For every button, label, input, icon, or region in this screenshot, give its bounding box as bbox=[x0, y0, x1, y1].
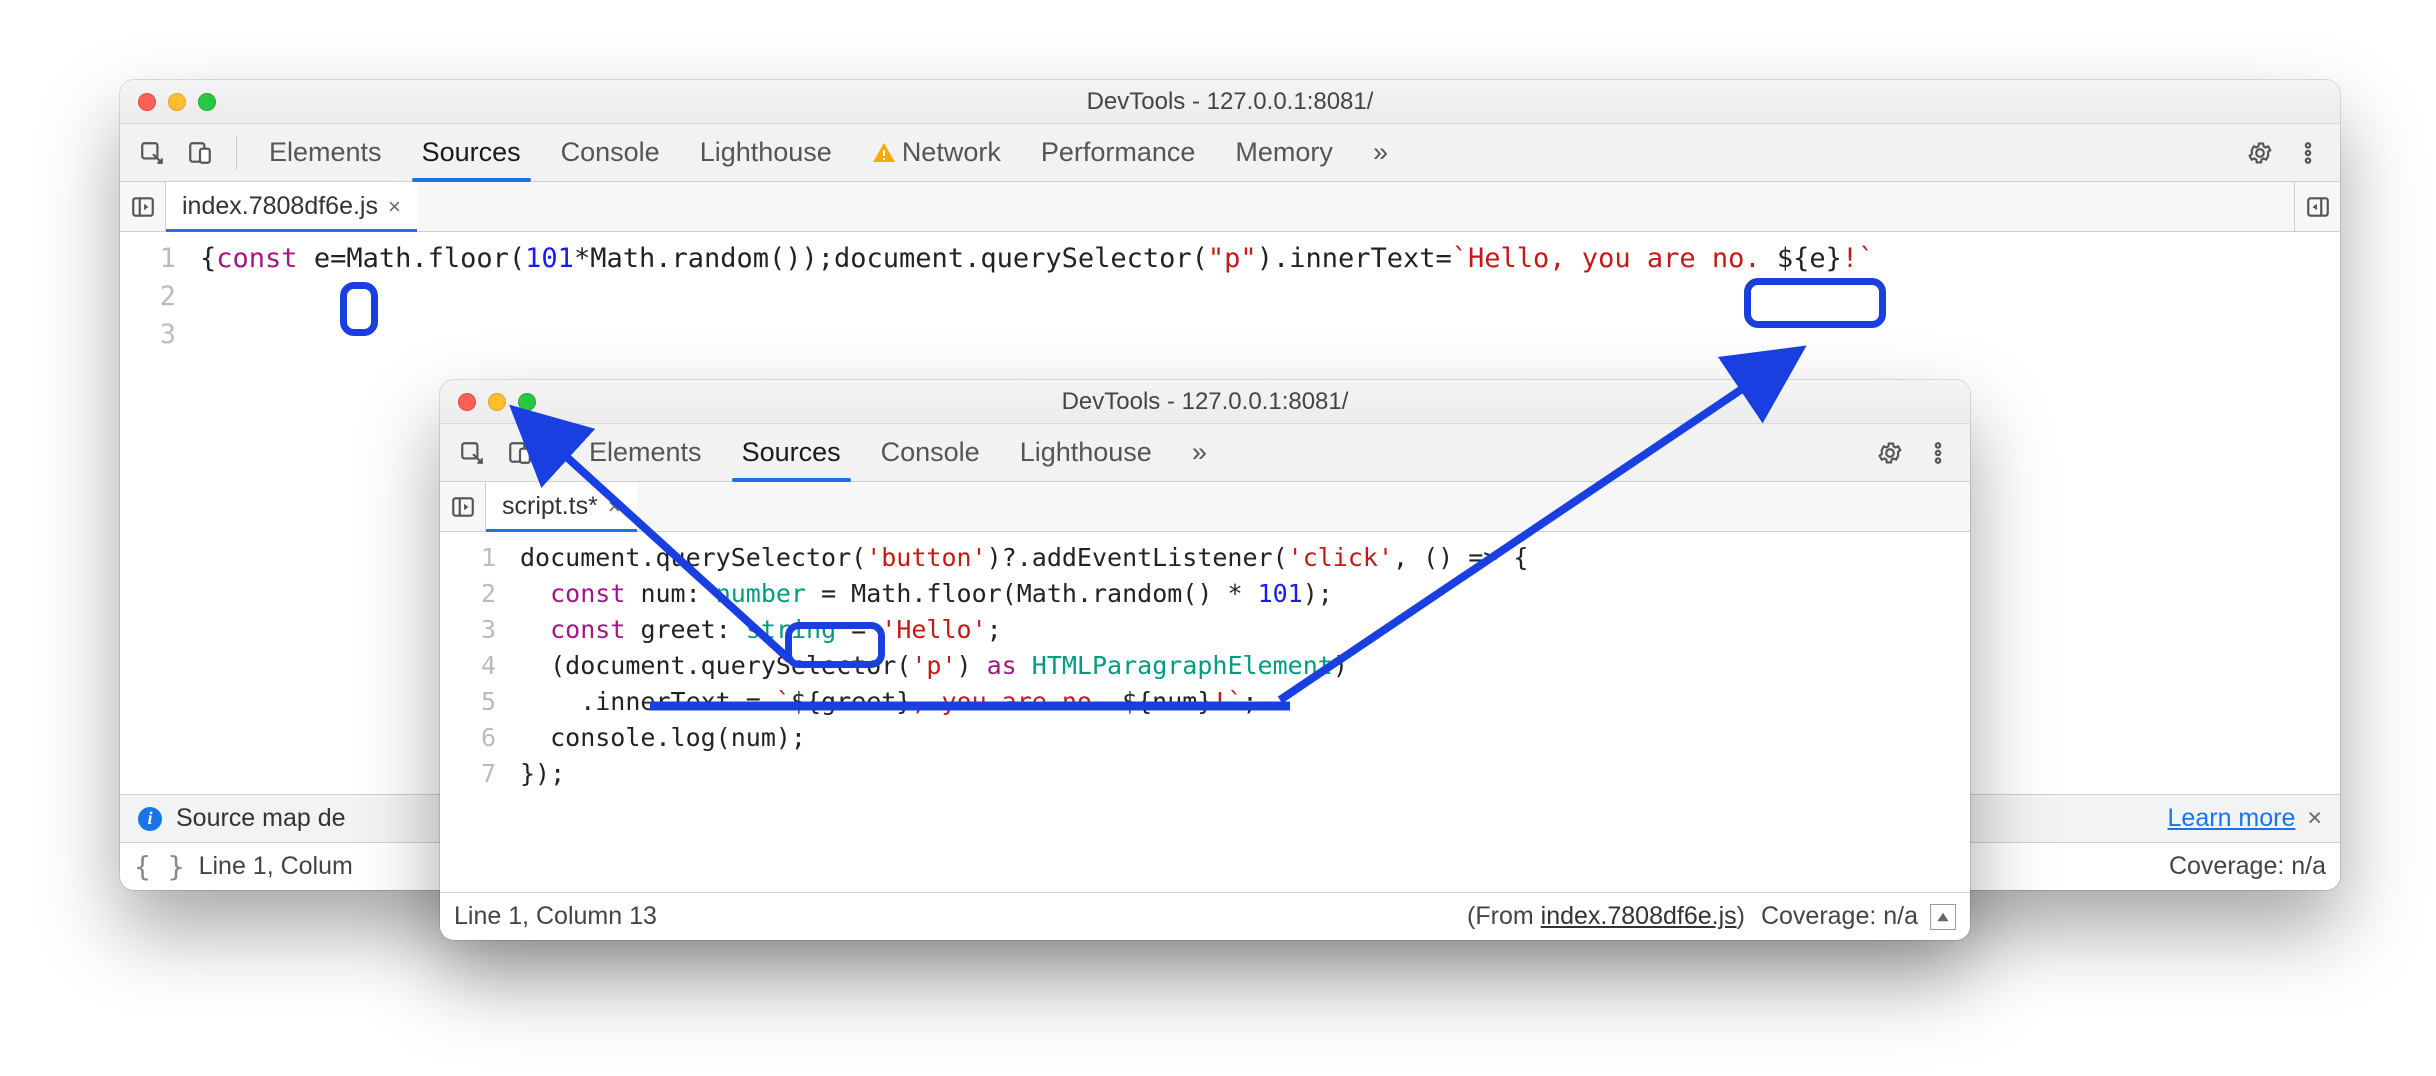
close-icon[interactable]: × bbox=[388, 194, 401, 220]
tabs-overflow[interactable]: » bbox=[1174, 424, 1225, 481]
expand-up-icon[interactable] bbox=[1930, 904, 1956, 930]
kebab-icon[interactable] bbox=[2286, 140, 2330, 166]
code-editor[interactable]: 1 2 3 4 5 6 7 document.querySelector('bu… bbox=[440, 532, 1970, 892]
window-title: DevTools - 127.0.0.1:8081/ bbox=[120, 88, 2340, 116]
cursor-position: Line 1, Colum bbox=[199, 852, 353, 881]
gear-icon[interactable] bbox=[1868, 440, 1912, 466]
close-icon[interactable]: × bbox=[608, 494, 621, 520]
debugger-pane-toggle-icon[interactable] bbox=[2294, 182, 2340, 231]
divider bbox=[236, 136, 237, 170]
device-toggle-icon[interactable] bbox=[498, 440, 542, 466]
tab-elements[interactable]: Elements bbox=[251, 124, 400, 181]
tab-sources[interactable]: Sources bbox=[724, 424, 859, 481]
kebab-icon[interactable] bbox=[1916, 440, 1960, 466]
window-title: DevTools - 127.0.0.1:8081/ bbox=[440, 388, 1970, 416]
tab-sources[interactable]: Sources bbox=[404, 124, 539, 181]
file-tab[interactable]: index.7808df6e.js × bbox=[166, 182, 417, 231]
status-bar: Line 1, Column 13 (From index.7808df6e.j… bbox=[440, 892, 1970, 940]
tab-lighthouse[interactable]: Lighthouse bbox=[1002, 424, 1170, 481]
inspect-icon[interactable] bbox=[450, 440, 494, 466]
file-tabs: script.ts* × bbox=[440, 482, 1970, 532]
tab-lighthouse[interactable]: Lighthouse bbox=[682, 124, 850, 181]
cursor-position: Line 1, Column 13 bbox=[454, 902, 657, 931]
tab-network-label: Network bbox=[902, 137, 1001, 168]
code-content: document.querySelector('button')?.addEve… bbox=[510, 532, 1538, 892]
tabs-overflow[interactable]: » bbox=[1355, 124, 1406, 181]
origin-label: (From index.7808df6e.js) bbox=[1467, 902, 1745, 931]
origin-file-link[interactable]: index.7808df6e.js bbox=[1541, 902, 1737, 930]
file-tabs: index.7808df6e.js × bbox=[120, 182, 2340, 232]
pretty-print-icon[interactable]: { } bbox=[134, 850, 185, 883]
close-icon[interactable]: × bbox=[2307, 804, 2322, 833]
info-icon: i bbox=[138, 807, 162, 831]
tab-console[interactable]: Console bbox=[543, 124, 678, 181]
coverage-label: Coverage: n/a bbox=[1761, 902, 1918, 931]
gutter: 1 2 3 bbox=[120, 232, 190, 794]
titlebar: DevTools - 127.0.0.1:8081/ bbox=[440, 380, 1970, 424]
tab-network[interactable]: Network bbox=[854, 124, 1019, 181]
devtools-tabs: Elements Sources Console Lighthouse Netw… bbox=[120, 124, 2340, 182]
tab-performance[interactable]: Performance bbox=[1023, 124, 1214, 181]
file-tab[interactable]: script.ts* × bbox=[486, 482, 637, 531]
device-toggle-icon[interactable] bbox=[178, 140, 222, 166]
gutter: 1 2 3 4 5 6 7 bbox=[440, 532, 510, 892]
infobar-text: Source map de bbox=[176, 804, 346, 833]
devtools-tabs: Elements Sources Console Lighthouse » bbox=[440, 424, 1970, 482]
titlebar: DevTools - 127.0.0.1:8081/ bbox=[120, 80, 2340, 124]
learn-more-link[interactable]: Learn more bbox=[2168, 804, 2296, 833]
tab-console[interactable]: Console bbox=[863, 424, 998, 481]
divider bbox=[556, 436, 557, 470]
tab-memory[interactable]: Memory bbox=[1217, 124, 1351, 181]
tab-elements[interactable]: Elements bbox=[571, 424, 720, 481]
coverage-label: Coverage: n/a bbox=[2169, 852, 2326, 881]
navigator-toggle-icon[interactable] bbox=[440, 482, 486, 531]
file-tab-label: index.7808df6e.js bbox=[182, 192, 378, 221]
gear-icon[interactable] bbox=[2238, 140, 2282, 166]
inspect-icon[interactable] bbox=[130, 140, 174, 166]
navigator-toggle-icon[interactable] bbox=[120, 182, 166, 231]
warning-icon bbox=[872, 141, 896, 165]
file-tab-label: script.ts* bbox=[502, 492, 598, 521]
